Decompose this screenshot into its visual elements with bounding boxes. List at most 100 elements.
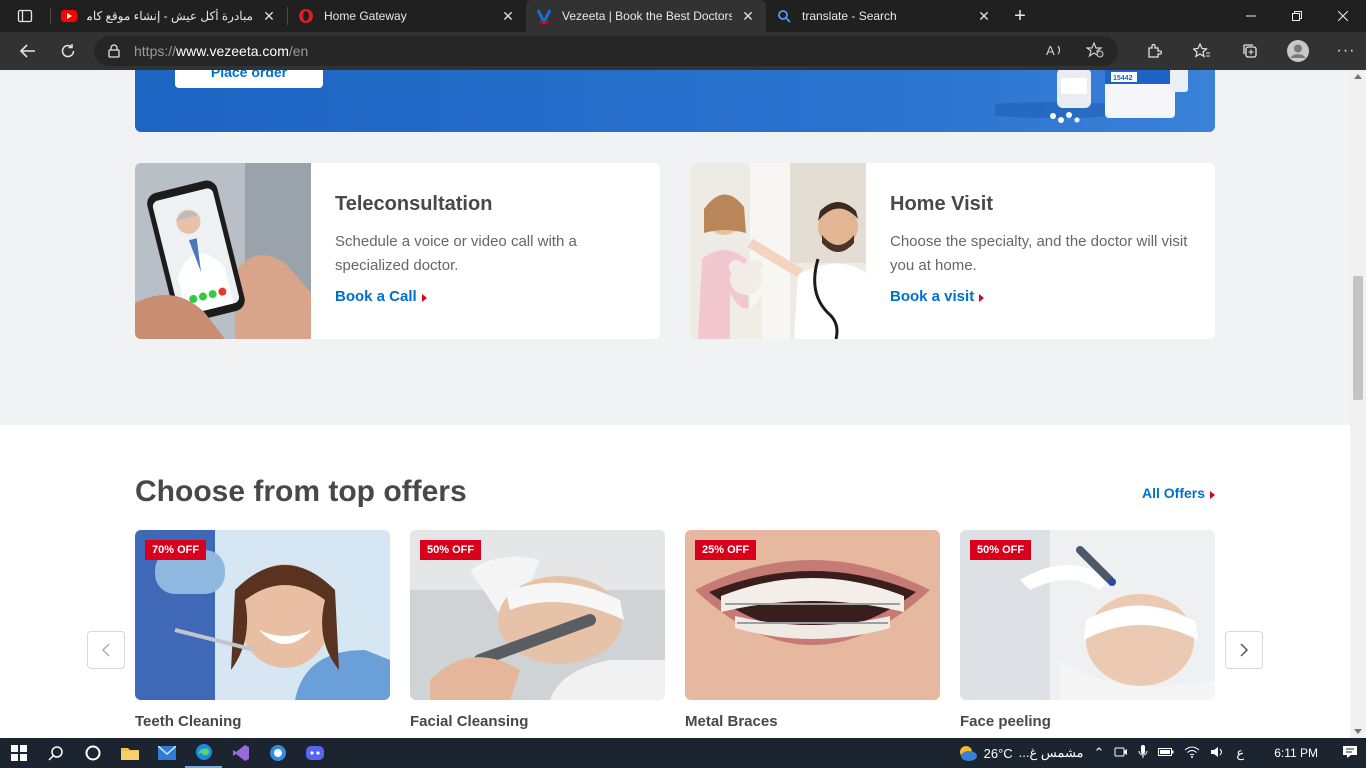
weather-widget[interactable]: 26°C مشمس غ... <box>956 744 1084 762</box>
book-visit-link[interactable]: Book a visit <box>890 288 985 305</box>
favorites-icon <box>1193 43 1210 58</box>
offer-card[interactable]: 70% OFF Teeth Cleaning <box>135 530 390 730</box>
tab-translate-search[interactable]: translate - Search ✕ <box>766 0 1002 32</box>
vezeeta-icon <box>536 8 552 24</box>
caret-right-icon <box>421 294 427 302</box>
volume-icon[interactable] <box>1210 746 1226 761</box>
scroll-down-icon[interactable] <box>1354 729 1362 734</box>
refresh-button[interactable] <box>48 35 88 67</box>
meet-now-icon[interactable] <box>1114 745 1128 762</box>
scroll-up-icon[interactable] <box>1354 74 1362 79</box>
page-scrollbar[interactable] <box>1350 70 1366 738</box>
microphone-icon[interactable] <box>1138 744 1148 762</box>
svg-text:A: A <box>1046 43 1055 57</box>
youtube-icon <box>61 8 77 24</box>
cortana-button[interactable] <box>74 738 111 768</box>
add-favorite-icon[interactable] <box>1085 40 1104 61</box>
carousel-prev-button[interactable] <box>87 631 125 669</box>
tab-actions-button[interactable] <box>0 0 50 32</box>
caret-right-icon <box>1210 490 1216 499</box>
clock[interactable]: 6:11 PM <box>1274 746 1318 760</box>
wifi-icon[interactable] <box>1184 746 1200 761</box>
minimize-button[interactable] <box>1228 0 1274 32</box>
restore-icon <box>1292 11 1302 21</box>
start-button[interactable] <box>0 738 37 768</box>
service-title: Teleconsultation <box>335 193 493 215</box>
service-description: Schedule a voice or video call with a sp… <box>335 233 577 274</box>
offer-name: Metal Braces <box>685 713 778 730</box>
refresh-icon <box>61 44 75 58</box>
collections-button[interactable] <box>1230 35 1270 67</box>
tab-actions-icon <box>17 9 33 23</box>
book-call-link[interactable]: Book a Call <box>335 288 427 305</box>
lock-icon <box>108 44 120 58</box>
settings-more-button[interactable]: ··· <box>1326 35 1366 67</box>
restore-button[interactable] <box>1274 0 1320 32</box>
notifications-icon[interactable] <box>1342 745 1358 762</box>
offer-card[interactable]: 25% OFF Metal Braces <box>685 530 940 730</box>
home-visit-card[interactable]: Home Visit Choose the specialty, and the… <box>690 163 1215 339</box>
chevron-up-icon[interactable]: ⌃ <box>1094 745 1105 761</box>
read-aloud-icon[interactable]: A <box>1046 43 1064 60</box>
search-icon <box>776 8 792 24</box>
caret-right-icon <box>979 294 985 302</box>
favorites-button[interactable] <box>1182 35 1222 67</box>
battery-icon[interactable] <box>1158 746 1174 761</box>
discount-badge: 50% OFF <box>970 540 1032 560</box>
offer-card[interactable]: 50% OFF Face peeling <box>960 530 1215 730</box>
tab-youtube[interactable]: مبادرة أكل عيش - إنشاء موقع كامل ✕ <box>51 0 287 32</box>
teleconsultation-body: Teleconsultation Schedule a voice or vid… <box>311 163 660 339</box>
url-scheme: https:// <box>134 43 177 59</box>
teleconsultation-card[interactable]: Teleconsultation Schedule a voice or vid… <box>135 163 660 339</box>
box-label: 15442 <box>1113 75 1133 82</box>
tab-vezeeta[interactable]: Vezeeta | Book the Best Doctors ✕ <box>526 0 766 32</box>
toolbar-actions: ··· <box>1134 35 1366 67</box>
weather-text: مشمس غ... <box>1018 745 1084 760</box>
scrollbar-thumb[interactable] <box>1353 276 1363 400</box>
mail-icon <box>157 746 176 760</box>
close-icon[interactable]: ✕ <box>261 8 277 24</box>
file-explorer-button[interactable] <box>111 738 148 768</box>
offer-name: Facial Cleansing <box>410 713 529 730</box>
temperature: 26°C <box>983 745 1013 761</box>
book-call-label: Book a Call <box>335 288 417 305</box>
close-icon[interactable]: ✕ <box>500 8 516 24</box>
offers-section: Choose from top offers All Offers 70% OF… <box>0 425 1350 738</box>
new-tab-button[interactable]: + <box>1002 0 1038 32</box>
close-window-button[interactable] <box>1320 0 1366 32</box>
service-title: Home Visit <box>890 193 993 215</box>
close-icon[interactable]: ✕ <box>976 8 992 24</box>
tab-title: Home Gateway <box>324 9 407 23</box>
offer-image: 25% OFF <box>685 530 940 700</box>
search-button[interactable] <box>37 738 74 768</box>
windows-taskbar: 26°C مشمس غ... ⌃ ع 6:11 PM <box>0 738 1366 768</box>
back-button[interactable] <box>8 35 48 67</box>
address-bar[interactable]: https://www.vezeeta.com/en A <box>94 36 1118 66</box>
blue-app-icon <box>269 745 286 761</box>
all-offers-link[interactable]: All Offers <box>1142 485 1216 501</box>
discord-button[interactable] <box>296 738 333 768</box>
pharmacy-banner: Place order 15442 <box>135 70 1215 132</box>
teleconsultation-image <box>135 163 311 339</box>
page-viewport: Place order 15442 Teleconsultation Sched… <box>0 70 1350 738</box>
cortana-icon <box>85 745 100 761</box>
offer-card[interactable]: 50% OFF Facial Cleansing <box>410 530 665 730</box>
edge-button[interactable] <box>185 738 222 768</box>
partly-sunny-icon <box>959 746 977 761</box>
profile-button[interactable] <box>1278 35 1318 67</box>
carousel-next-button[interactable] <box>1225 631 1263 669</box>
discount-badge: 25% OFF <box>695 540 757 560</box>
close-icon[interactable]: ✕ <box>740 8 756 24</box>
search-icon <box>47 746 63 761</box>
input-language[interactable]: ع <box>1236 745 1244 761</box>
mail-button[interactable] <box>148 738 185 768</box>
app-button[interactable] <box>259 738 296 768</box>
url-path: /en <box>288 43 309 59</box>
back-arrow-icon <box>19 44 35 58</box>
home-visit-body: Home Visit Choose the specialty, and the… <box>866 163 1215 339</box>
place-order-button[interactable]: Place order <box>175 70 323 88</box>
tab-home-gateway[interactable]: Home Gateway ✕ <box>288 0 526 32</box>
visual-studio-button[interactable] <box>222 738 259 768</box>
system-tray: 26°C مشمس غ... ⌃ ع 6:11 PM <box>956 744 1366 762</box>
extensions-button[interactable] <box>1134 35 1174 67</box>
